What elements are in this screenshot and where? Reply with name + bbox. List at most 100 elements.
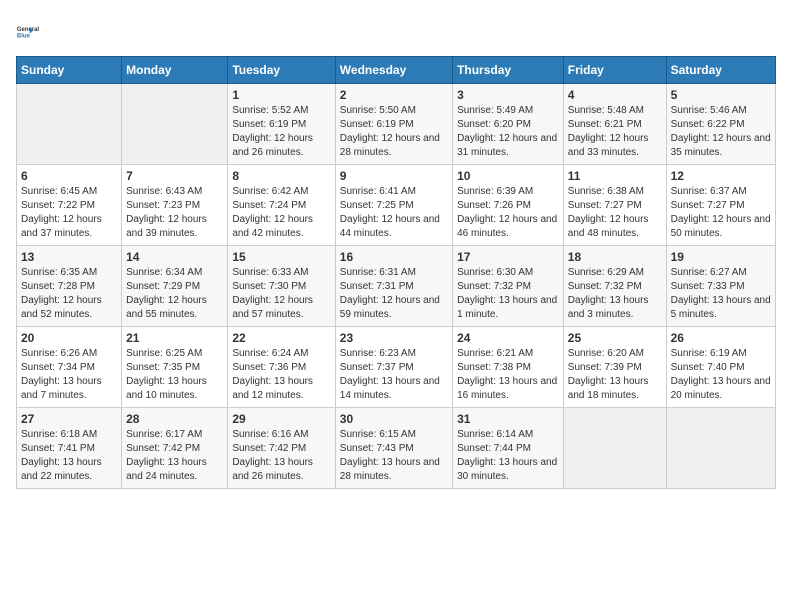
header-cell-sunday: Sunday <box>17 57 122 84</box>
day-cell <box>563 408 666 489</box>
day-number: 6 <box>21 169 117 183</box>
day-number: 14 <box>126 250 223 264</box>
day-number: 28 <box>126 412 223 426</box>
day-number: 8 <box>232 169 330 183</box>
day-number: 23 <box>340 331 448 345</box>
day-info: Sunrise: 6:42 AMSunset: 7:24 PMDaylight:… <box>232 185 330 241</box>
day-number: 16 <box>340 250 448 264</box>
day-cell: 24 Sunrise: 6:21 AMSunset: 7:38 PMDayligh… <box>453 327 564 408</box>
week-row-2: 6 Sunrise: 6:45 AMSunset: 7:22 PMDaylight… <box>17 165 776 246</box>
day-info: Sunrise: 5:46 AMSunset: 6:22 PMDaylight:… <box>671 104 771 160</box>
day-number: 15 <box>232 250 330 264</box>
day-cell: 6 Sunrise: 6:45 AMSunset: 7:22 PMDaylight… <box>17 165 122 246</box>
header-cell-thursday: Thursday <box>453 57 564 84</box>
svg-text:General: General <box>17 27 39 33</box>
day-info: Sunrise: 6:15 AMSunset: 7:43 PMDaylight:… <box>340 428 448 484</box>
day-cell: 14 Sunrise: 6:34 AMSunset: 7:29 PMDayligh… <box>122 246 228 327</box>
day-number: 19 <box>671 250 771 264</box>
day-cell: 29 Sunrise: 6:16 AMSunset: 7:42 PMDayligh… <box>228 408 335 489</box>
day-cell <box>122 84 228 165</box>
day-info: Sunrise: 6:33 AMSunset: 7:30 PMDaylight:… <box>232 266 330 322</box>
day-info: Sunrise: 6:25 AMSunset: 7:35 PMDaylight:… <box>126 347 223 403</box>
day-info: Sunrise: 6:30 AMSunset: 7:32 PMDaylight:… <box>457 266 559 322</box>
day-cell: 1 Sunrise: 5:52 AMSunset: 6:19 PMDaylight… <box>228 84 335 165</box>
day-info: Sunrise: 6:16 AMSunset: 7:42 PMDaylight:… <box>232 428 330 484</box>
day-info: Sunrise: 6:18 AMSunset: 7:41 PMDaylight:… <box>21 428 117 484</box>
day-info: Sunrise: 6:27 AMSunset: 7:33 PMDaylight:… <box>671 266 771 322</box>
week-row-5: 27Sunrise: 6:18 AMSunset: 7:41 PMDayligh… <box>17 408 776 489</box>
week-row-4: 20Sunrise: 6:26 AMSunset: 7:34 PMDayligh… <box>17 327 776 408</box>
day-number: 3 <box>457 88 559 102</box>
header-cell-friday: Friday <box>563 57 666 84</box>
day-cell: 25 Sunrise: 6:20 AMSunset: 7:39 PMDayligh… <box>563 327 666 408</box>
day-cell: 10 Sunrise: 6:39 AMSunset: 7:26 PMDayligh… <box>453 165 564 246</box>
day-cell: 15 Sunrise: 6:33 AMSunset: 7:30 PMDayligh… <box>228 246 335 327</box>
day-number: 24 <box>457 331 559 345</box>
day-cell: 26 Sunrise: 6:19 AMSunset: 7:40 PMDayligh… <box>666 327 775 408</box>
day-number: 21 <box>126 331 223 345</box>
day-cell: 27Sunrise: 6:18 AMSunset: 7:41 PMDayligh… <box>17 408 122 489</box>
day-info: Sunrise: 6:39 AMSunset: 7:26 PMDaylight:… <box>457 185 559 241</box>
day-info: Sunrise: 5:49 AMSunset: 6:20 PMDaylight:… <box>457 104 559 160</box>
day-info: Sunrise: 5:52 AMSunset: 6:19 PMDaylight:… <box>232 104 330 160</box>
logo: General Blue <box>16 16 48 48</box>
day-number: 4 <box>568 88 662 102</box>
day-cell: 9 Sunrise: 6:41 AMSunset: 7:25 PMDaylight… <box>335 165 452 246</box>
header-cell-tuesday: Tuesday <box>228 57 335 84</box>
day-cell: 4Sunrise: 5:48 AMSunset: 6:21 PMDaylight… <box>563 84 666 165</box>
day-number: 11 <box>568 169 662 183</box>
header-cell-wednesday: Wednesday <box>335 57 452 84</box>
day-cell: 28 Sunrise: 6:17 AMSunset: 7:42 PMDayligh… <box>122 408 228 489</box>
day-cell: 8 Sunrise: 6:42 AMSunset: 7:24 PMDaylight… <box>228 165 335 246</box>
day-number: 1 <box>232 88 330 102</box>
day-info: Sunrise: 6:24 AMSunset: 7:36 PMDaylight:… <box>232 347 330 403</box>
day-info: Sunrise: 6:37 AMSunset: 7:27 PMDaylight:… <box>671 185 771 241</box>
day-number: 2 <box>340 88 448 102</box>
day-cell: 23 Sunrise: 6:23 AMSunset: 7:37 PMDayligh… <box>335 327 452 408</box>
day-info: Sunrise: 6:34 AMSunset: 7:29 PMDaylight:… <box>126 266 223 322</box>
day-info: Sunrise: 6:41 AMSunset: 7:25 PMDaylight:… <box>340 185 448 241</box>
day-number: 5 <box>671 88 771 102</box>
day-cell <box>666 408 775 489</box>
day-cell: 20Sunrise: 6:26 AMSunset: 7:34 PMDayligh… <box>17 327 122 408</box>
day-number: 18 <box>568 250 662 264</box>
day-cell <box>17 84 122 165</box>
day-cell: 17 Sunrise: 6:30 AMSunset: 7:32 PMDayligh… <box>453 246 564 327</box>
day-cell: 18 Sunrise: 6:29 AMSunset: 7:32 PMDayligh… <box>563 246 666 327</box>
day-info: Sunrise: 6:19 AMSunset: 7:40 PMDaylight:… <box>671 347 771 403</box>
day-info: Sunrise: 6:21 AMSunset: 7:38 PMDaylight:… <box>457 347 559 403</box>
day-number: 31 <box>457 412 559 426</box>
day-cell: 2Sunrise: 5:50 AMSunset: 6:19 PMDaylight… <box>335 84 452 165</box>
day-info: Sunrise: 6:35 AMSunset: 7:28 PMDaylight:… <box>21 266 117 322</box>
day-cell: 19 Sunrise: 6:27 AMSunset: 7:33 PMDayligh… <box>666 246 775 327</box>
day-cell: 22Sunrise: 6:24 AMSunset: 7:36 PMDayligh… <box>228 327 335 408</box>
day-info: Sunrise: 6:31 AMSunset: 7:31 PMDaylight:… <box>340 266 448 322</box>
day-info: Sunrise: 6:26 AMSunset: 7:34 PMDaylight:… <box>21 347 117 403</box>
day-cell: 7Sunrise: 6:43 AMSunset: 7:23 PMDaylight… <box>122 165 228 246</box>
week-row-3: 13 Sunrise: 6:35 AMSunset: 7:28 PMDayligh… <box>17 246 776 327</box>
day-info: Sunrise: 6:45 AMSunset: 7:22 PMDaylight:… <box>21 185 117 241</box>
day-number: 9 <box>340 169 448 183</box>
day-info: Sunrise: 6:23 AMSunset: 7:37 PMDaylight:… <box>340 347 448 403</box>
header-cell-monday: Monday <box>122 57 228 84</box>
logo-icon: General Blue <box>16 16 48 48</box>
day-number: 29 <box>232 412 330 426</box>
day-info: Sunrise: 6:17 AMSunset: 7:42 PMDaylight:… <box>126 428 223 484</box>
day-number: 12 <box>671 169 771 183</box>
day-info: Sunrise: 6:29 AMSunset: 7:32 PMDaylight:… <box>568 266 662 322</box>
day-number: 17 <box>457 250 559 264</box>
header-row: SundayMondayTuesdayWednesdayThursdayFrid… <box>17 57 776 84</box>
svg-text:Blue: Blue <box>17 33 31 39</box>
page-header: General Blue <box>16 16 776 48</box>
day-number: 26 <box>671 331 771 345</box>
day-number: 25 <box>568 331 662 345</box>
day-number: 10 <box>457 169 559 183</box>
day-cell: 30 Sunrise: 6:15 AMSunset: 7:43 PMDayligh… <box>335 408 452 489</box>
day-cell: 13 Sunrise: 6:35 AMSunset: 7:28 PMDayligh… <box>17 246 122 327</box>
day-info: Sunrise: 6:38 AMSunset: 7:27 PMDaylight:… <box>568 185 662 241</box>
day-info: Sunrise: 6:20 AMSunset: 7:39 PMDaylight:… <box>568 347 662 403</box>
day-cell: 12 Sunrise: 6:37 AMSunset: 7:27 PMDayligh… <box>666 165 775 246</box>
day-number: 13 <box>21 250 117 264</box>
day-cell: 31Sunrise: 6:14 AMSunset: 7:44 PMDayligh… <box>453 408 564 489</box>
day-number: 30 <box>340 412 448 426</box>
